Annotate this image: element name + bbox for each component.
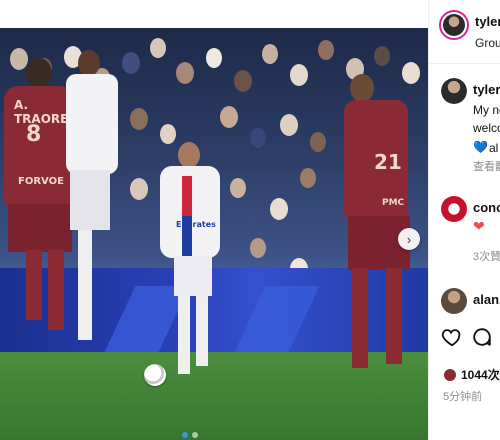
comment-icon[interactable] — [471, 326, 493, 353]
post-photo[interactable]: A. TRAORE 8 FORVOE Emirates 21 PMC › — [0, 28, 428, 440]
author-subtitle: Group — [475, 36, 500, 50]
comment-likes-conor[interactable]: 3次贊 — [473, 248, 500, 264]
heart-outline-icon[interactable] — [441, 326, 463, 353]
carousel-next-button[interactable]: › — [398, 228, 420, 250]
jersey-sponsor-left: FORVOE — [18, 176, 64, 187]
player-center-white: Emirates — [152, 142, 232, 392]
caption-line-3: al — [489, 141, 499, 155]
red-heart-icon: ❤ — [473, 218, 485, 234]
jersey-number-right: 21 — [374, 150, 402, 174]
carousel-indicator — [182, 432, 198, 438]
jersey-sponsor-center: Emirates — [176, 220, 216, 229]
caption-line-1: My ne — [473, 103, 500, 117]
caption-avatar[interactable] — [441, 78, 467, 104]
caption-username[interactable]: tylern — [473, 82, 500, 97]
jersey-number-left: 8 — [26, 122, 42, 147]
photo-top-margin — [0, 0, 428, 28]
action-bar — [429, 326, 500, 356]
caption-line-2: welco — [473, 121, 500, 135]
carousel-dot — [182, 432, 188, 438]
author-avatar[interactable] — [439, 10, 469, 40]
carousel-dot — [192, 432, 198, 438]
blue-heart-icon: 💙 — [473, 140, 488, 154]
comment-username-alan[interactable]: alan.g — [473, 292, 500, 307]
player-white-back — [66, 50, 122, 380]
liker-avatar — [443, 367, 457, 382]
post-side-panel: tylerm Group tylern My ne welco 💙 al 查看翻… — [428, 0, 500, 440]
post-timestamp: 5分钟前 — [443, 391, 483, 403]
see-translation-link[interactable]: 查看翻 — [473, 158, 500, 174]
comment-username-conor[interactable]: conor — [473, 200, 500, 215]
likes-summary[interactable]: 1044次贊 — [443, 366, 500, 383]
comment-avatar-conor[interactable] — [441, 196, 467, 222]
comment-avatar-alan[interactable] — [441, 288, 467, 314]
football — [144, 364, 166, 386]
post-header: tylerm Group — [429, 0, 500, 64]
author-username[interactable]: tylerm — [475, 14, 500, 29]
jersey-sponsor-right: PMC — [382, 198, 405, 208]
likes-count[interactable]: 1044次贊 — [461, 366, 500, 383]
